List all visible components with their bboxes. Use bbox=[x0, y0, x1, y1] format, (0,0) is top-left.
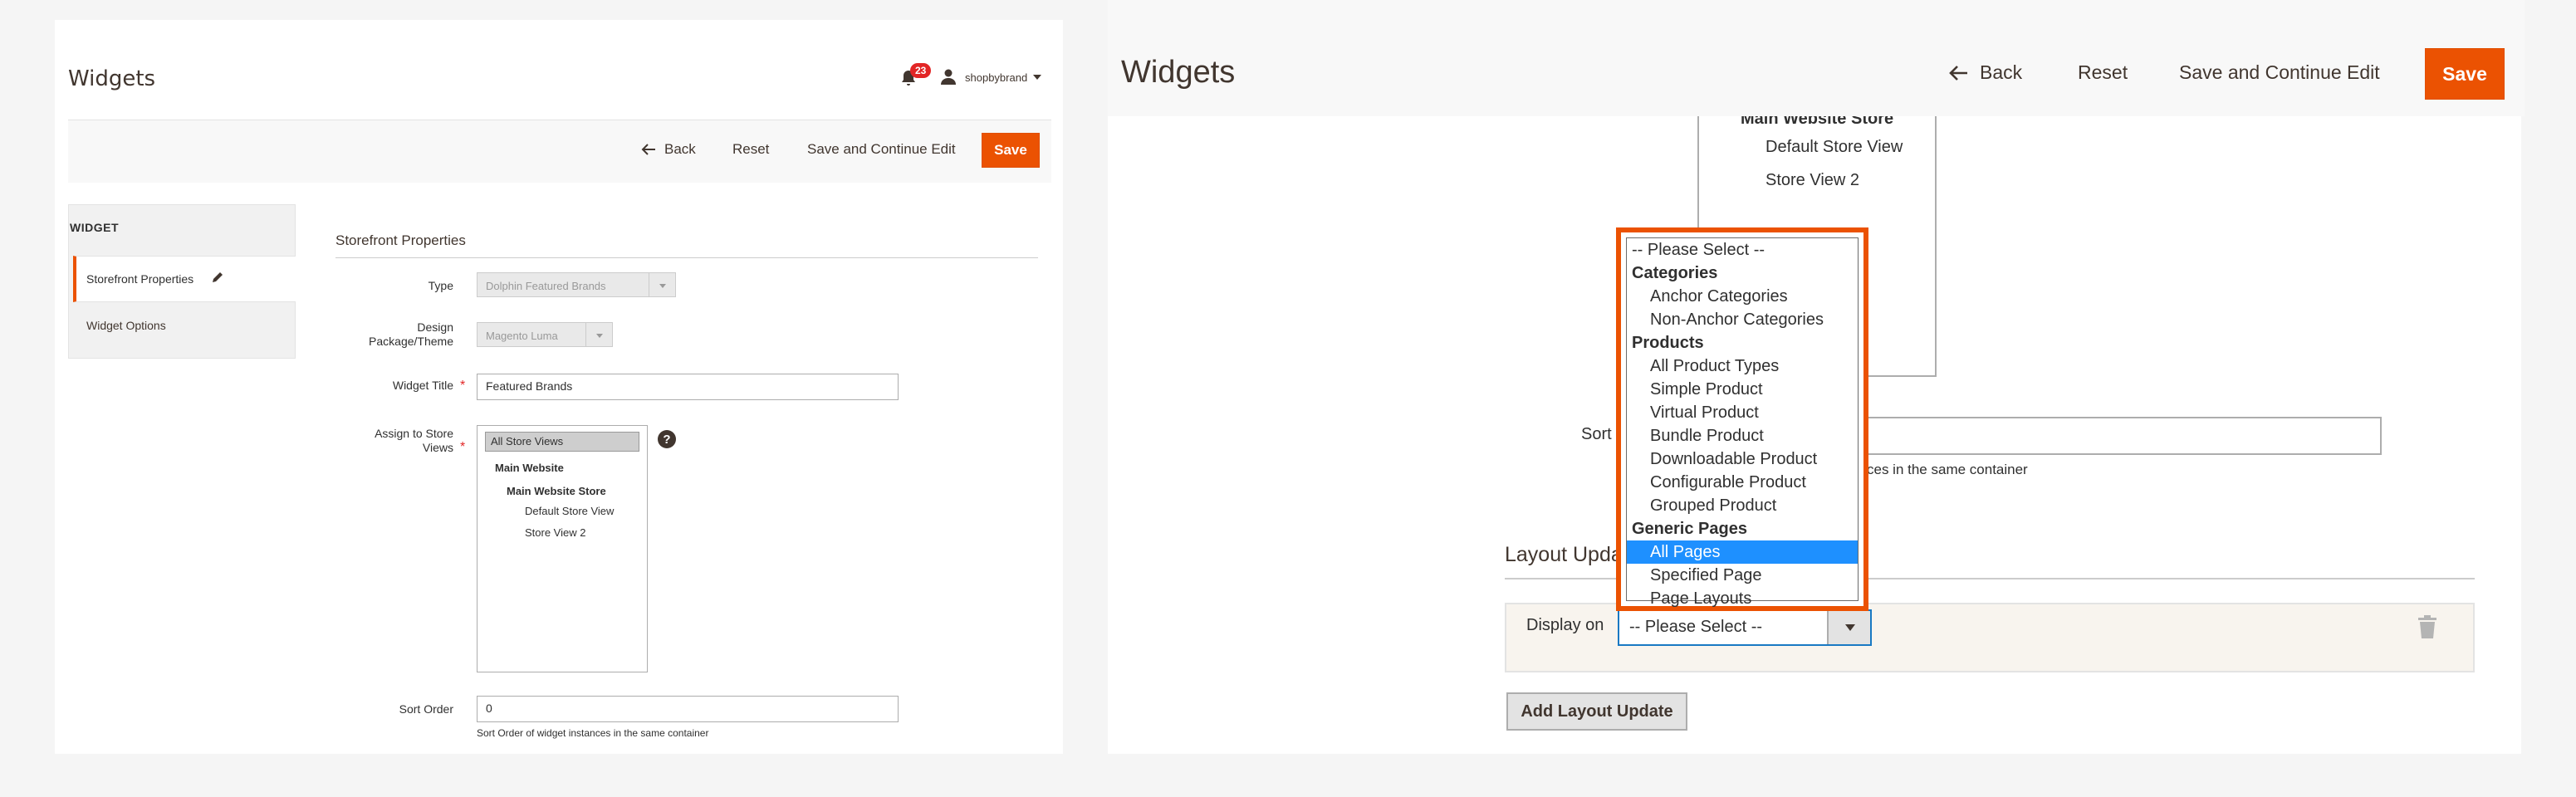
store-views-label-line2: Views bbox=[422, 441, 453, 454]
design-label-line1: Design bbox=[417, 320, 453, 334]
dropdown-list: -- Please Select -- Categories Anchor Ca… bbox=[1626, 237, 1859, 608]
design-label: Design Package/Theme bbox=[287, 320, 453, 349]
save-button[interactable]: Save bbox=[2425, 48, 2505, 100]
add-layout-update-button[interactable]: Add Layout Update bbox=[1506, 692, 1687, 731]
type-label: Type bbox=[428, 279, 453, 292]
sort-order-label: Sort bbox=[1581, 425, 1612, 443]
store-option-store[interactable]: Main Website Store bbox=[507, 485, 606, 497]
option-configurable-product[interactable]: Configurable Product bbox=[1627, 471, 1858, 494]
arrow-left-icon bbox=[641, 144, 655, 155]
sidebar-item-label: Storefront Properties bbox=[86, 272, 194, 286]
save-continue-button[interactable]: Save and Continue Edit bbox=[807, 141, 956, 158]
store-option-view2[interactable]: Store View 2 bbox=[525, 526, 585, 539]
widget-title-label: Widget Title bbox=[287, 379, 453, 393]
option-all-pages[interactable]: All Pages bbox=[1627, 540, 1858, 564]
reset-button[interactable]: Reset bbox=[2078, 61, 2128, 84]
store-views-label-line1: Assign to Store bbox=[375, 427, 453, 440]
store-option-all[interactable]: All Store Views bbox=[485, 432, 639, 452]
sidebar-item-widget-options[interactable]: Widget Options bbox=[86, 319, 166, 332]
design-label-line2: Package/Theme bbox=[369, 335, 453, 348]
option-grouped-product[interactable]: Grouped Product bbox=[1627, 494, 1858, 517]
reset-button[interactable]: Reset bbox=[732, 141, 769, 158]
sidebar-heading: WIDGET bbox=[70, 221, 119, 234]
right-widget-panel: Main Website Store Default Store View St… bbox=[1108, 0, 2525, 754]
store-views-label: Assign to Store Views bbox=[287, 427, 453, 455]
design-select: Magento Luma bbox=[477, 322, 613, 347]
display-on-label: Display on bbox=[1526, 616, 1604, 634]
chevron-down-icon[interactable] bbox=[1033, 75, 1041, 80]
trash-icon[interactable] bbox=[2417, 614, 2438, 639]
pencil-icon bbox=[213, 272, 223, 282]
chevron-down-icon bbox=[649, 273, 675, 296]
divider bbox=[335, 257, 1038, 258]
option-downloadable-product[interactable]: Downloadable Product bbox=[1627, 447, 1858, 471]
option-please-select[interactable]: -- Please Select -- bbox=[1627, 238, 1858, 262]
user-icon[interactable] bbox=[940, 68, 957, 85]
required-mark: * bbox=[460, 440, 466, 454]
type-value: Dolphin Featured Brands bbox=[486, 280, 606, 292]
display-on-dropdown: -- Please Select -- Categories Anchor Ca… bbox=[1616, 227, 1868, 611]
option-all-product-types[interactable]: All Product Types bbox=[1627, 354, 1858, 378]
save-continue-button[interactable]: Save and Continue Edit bbox=[2179, 61, 2380, 84]
sort-order-input[interactable] bbox=[1832, 417, 2382, 455]
section-title: Storefront Properties bbox=[335, 232, 466, 248]
widget-title-input[interactable]: Featured Brands bbox=[477, 374, 899, 400]
option-anchor-categories[interactable]: Anchor Categories bbox=[1627, 285, 1858, 308]
help-icon[interactable]: ? bbox=[658, 430, 676, 448]
sort-order-note: ces in the same container bbox=[1867, 462, 2028, 477]
notification-badge: 23 bbox=[910, 63, 932, 78]
left-widget-panel: Widgets 23 shopbybrand Back Reset Save a… bbox=[55, 20, 1063, 754]
option-virtual-product[interactable]: Virtual Product bbox=[1627, 401, 1858, 424]
option-bundle-product[interactable]: Bundle Product bbox=[1627, 424, 1858, 447]
arrow-left-icon bbox=[1949, 66, 1967, 81]
option-page-layouts[interactable]: Page Layouts bbox=[1627, 587, 1858, 610]
store-option-default[interactable]: Default Store View bbox=[1765, 138, 1903, 157]
option-simple-product[interactable]: Simple Product bbox=[1627, 378, 1858, 401]
design-value: Magento Luma bbox=[486, 330, 558, 342]
chevron-down-icon[interactable] bbox=[1827, 611, 1870, 644]
sort-order-note: Sort Order of widget instances in the sa… bbox=[477, 727, 709, 739]
option-non-anchor-categories[interactable]: Non-Anchor Categories bbox=[1627, 308, 1858, 331]
save-button[interactable]: Save bbox=[982, 133, 1040, 168]
store-option-default[interactable]: Default Store View bbox=[525, 505, 614, 517]
optgroup-products: Products bbox=[1632, 334, 1704, 352]
back-button[interactable]: Back bbox=[1980, 61, 2022, 84]
optgroup-categories: Categories bbox=[1632, 264, 1718, 282]
page-header bbox=[1108, 0, 2525, 116]
option-specified-page[interactable]: Specified Page bbox=[1627, 564, 1858, 587]
type-select: Dolphin Featured Brands bbox=[477, 272, 676, 297]
optgroup-generic-pages: Generic Pages bbox=[1632, 520, 1747, 538]
sort-order-input[interactable]: 0 bbox=[477, 696, 899, 722]
layout-updates-heading: Layout Upda bbox=[1505, 543, 1623, 566]
store-option-website[interactable]: Main Website bbox=[495, 462, 564, 474]
sort-order-label: Sort Order bbox=[399, 702, 453, 716]
store-option-view2[interactable]: Store View 2 bbox=[1765, 171, 1859, 190]
page-title: Widgets bbox=[1121, 55, 1236, 90]
chevron-down-icon bbox=[585, 323, 612, 346]
required-mark: * bbox=[460, 379, 466, 393]
user-name[interactable]: shopbybrand bbox=[965, 71, 1027, 84]
page-title: Widgets bbox=[68, 66, 156, 91]
back-button[interactable]: Back bbox=[664, 141, 696, 158]
widget-title-label-text: Widget Title bbox=[392, 379, 453, 392]
